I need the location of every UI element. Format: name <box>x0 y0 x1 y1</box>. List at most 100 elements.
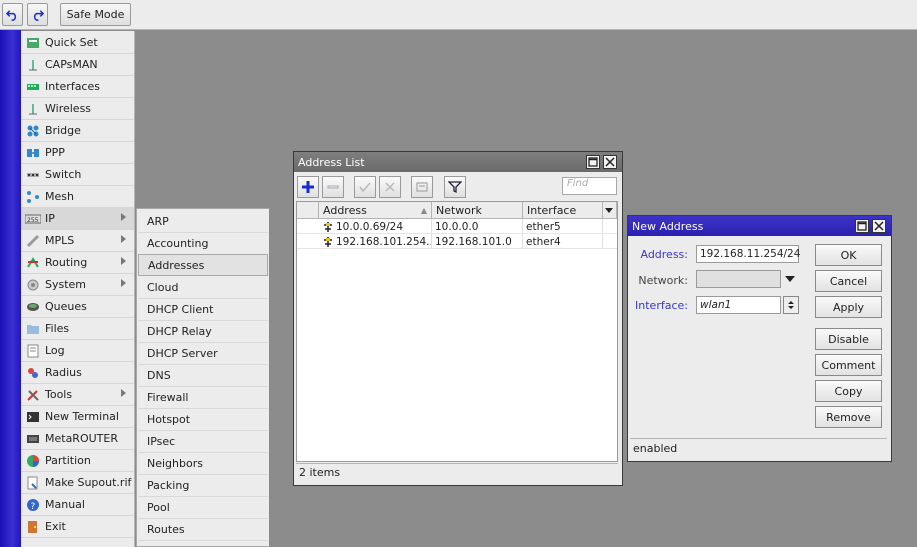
routing-icon <box>25 255 41 271</box>
close-button[interactable] <box>872 219 886 233</box>
submenu-item-pool[interactable]: Pool <box>138 497 268 519</box>
submenu-item-hotspot[interactable]: Hotspot <box>138 409 268 431</box>
submenu-arrow-icon <box>121 235 126 243</box>
menu-item-routing[interactable]: Routing <box>21 252 134 274</box>
interface-label: Interface: <box>635 299 688 312</box>
menu-item-metarouter[interactable]: MetaROUTER <box>21 428 134 450</box>
column-header-network[interactable]: Network <box>432 202 523 219</box>
undo-button[interactable] <box>2 3 23 26</box>
menu-item-mesh[interactable]: Mesh <box>21 186 134 208</box>
maximize-icon <box>857 221 867 231</box>
menu-item-tools[interactable]: Tools <box>21 384 134 406</box>
menu-item-exit[interactable]: Exit <box>21 516 134 538</box>
filter-icon <box>448 181 462 194</box>
column-label: Address <box>323 203 367 217</box>
menu-item-mpls[interactable]: MPLS <box>21 230 134 252</box>
interface-field[interactable]: wlan1 <box>696 296 781 314</box>
submenu-item-dhcp-client[interactable]: DHCP Client <box>138 299 268 321</box>
window-title: Address List <box>298 155 365 169</box>
mesh-icon <box>25 189 41 205</box>
column-chooser-button[interactable] <box>603 202 617 219</box>
maximize-button[interactable] <box>586 155 600 169</box>
menu-item-system[interactable]: System <box>21 274 134 296</box>
submenu-item-arp[interactable]: ARP <box>138 211 268 233</box>
menu-label: CAPsMAN <box>45 58 98 71</box>
menu-label: Bridge <box>45 124 81 137</box>
capsman-icon <box>25 57 41 73</box>
table-row[interactable]: 192.168.101.254... 192.168.101.0 ether4 <box>297 234 617 249</box>
status-text: enabled <box>630 438 887 458</box>
column-header-flags[interactable] <box>297 202 319 219</box>
submenu-item-routes[interactable]: Routes <box>138 519 268 541</box>
menu-item-make-supout[interactable]: Make Supout.rif <box>21 472 134 494</box>
safe-mode-button[interactable]: Safe Mode <box>60 3 131 26</box>
menu-item-bridge[interactable]: Bridge <box>21 120 134 142</box>
menu-item-manual[interactable]: ? Manual <box>21 494 134 516</box>
comment-button[interactable]: Comment <box>815 354 882 376</box>
submenu-item-ipsec[interactable]: IPsec <box>138 431 268 453</box>
disable-button[interactable]: Disable <box>815 328 882 350</box>
column-header-interface[interactable]: Interface <box>523 202 603 219</box>
submenu-item-firewall[interactable]: Firewall <box>138 387 268 409</box>
interface-dropdown-button[interactable] <box>783 296 799 314</box>
add-button[interactable] <box>297 176 319 198</box>
find-input[interactable]: Find <box>562 177 617 195</box>
menu-item-new-terminal[interactable]: New Terminal <box>21 406 134 428</box>
remove-button[interactable]: Remove <box>815 406 882 428</box>
menu-item-log[interactable]: Log <box>21 340 134 362</box>
address-field[interactable]: 192.168.11.254/24 <box>696 245 800 263</box>
menu-item-ip[interactable]: 255 IP <box>21 208 134 230</box>
menu-label: Routing <box>45 256 88 269</box>
maximize-button[interactable] <box>855 219 869 233</box>
menu-item-capsman[interactable]: CAPsMAN <box>21 54 134 76</box>
menu-item-partition[interactable]: Partition <box>21 450 134 472</box>
window-title-bar[interactable]: Address List <box>294 152 622 172</box>
menu-item-wireless[interactable]: Wireless <box>21 98 134 120</box>
submenu-item-dhcp-server[interactable]: DHCP Server <box>138 343 268 365</box>
menu-item-switch[interactable]: Switch <box>21 164 134 186</box>
network-dropdown-icon[interactable] <box>785 276 795 282</box>
menu-item-radius[interactable]: Radius <box>21 362 134 384</box>
address-icon <box>324 236 332 247</box>
menu-item-interfaces[interactable]: Interfaces <box>21 76 134 98</box>
copy-button[interactable]: Copy <box>815 380 882 402</box>
menu-label: Manual <box>45 498 85 511</box>
remove-button[interactable] <box>322 176 344 198</box>
menu-label: Radius <box>45 366 82 379</box>
menu-item-ppp[interactable]: PPP <box>21 142 134 164</box>
disable-button[interactable] <box>379 176 401 198</box>
menu-label: New Terminal <box>45 410 119 423</box>
close-button[interactable] <box>603 155 617 169</box>
submenu-item-accounting[interactable]: Accounting <box>138 233 268 255</box>
ok-button[interactable]: OK <box>815 244 882 266</box>
submenu-item-dhcp-relay[interactable]: DHCP Relay <box>138 321 268 343</box>
submenu-item-cloud[interactable]: Cloud <box>138 277 268 299</box>
redo-button[interactable] <box>27 3 48 26</box>
chevron-down-icon <box>605 207 613 213</box>
submenu-item-dns[interactable]: DNS <box>138 365 268 387</box>
filter-button[interactable] <box>444 176 466 198</box>
comment-button[interactable] <box>411 176 433 198</box>
enable-button[interactable] <box>354 176 376 198</box>
winbox-side-strip <box>0 30 21 547</box>
network-field[interactable] <box>696 270 781 288</box>
submenu-item-packing[interactable]: Packing <box>138 475 268 497</box>
submenu-item-addresses[interactable]: Addresses <box>138 254 268 276</box>
menu-item-quick-set[interactable]: Quick Set <box>21 32 134 54</box>
main-menu: Quick Set CAPsMAN Interfaces Wireless Br… <box>21 31 135 547</box>
address-text: 10.0.0.69/24 <box>336 220 403 233</box>
submenu-arrow-icon <box>121 279 126 287</box>
submenu-item-neighbors[interactable]: Neighbors <box>138 453 268 475</box>
radius-icon <box>25 365 41 381</box>
apply-button[interactable]: Apply <box>815 296 882 318</box>
column-header-address[interactable]: Address ▲ <box>319 202 432 219</box>
plus-icon <box>302 181 314 193</box>
window-title-bar[interactable]: New Address <box>628 216 891 236</box>
ip-submenu: ARP Accounting Addresses Cloud DHCP Clie… <box>136 208 270 547</box>
menu-item-files[interactable]: Files <box>21 318 134 340</box>
menu-item-queues[interactable]: Queues <box>21 296 134 318</box>
terminal-icon <box>25 409 41 425</box>
table-row[interactable]: 10.0.0.69/24 10.0.0.0 ether5 <box>297 219 617 234</box>
cancel-button[interactable]: Cancel <box>815 270 882 292</box>
menu-label: Make Supout.rif <box>45 476 132 489</box>
